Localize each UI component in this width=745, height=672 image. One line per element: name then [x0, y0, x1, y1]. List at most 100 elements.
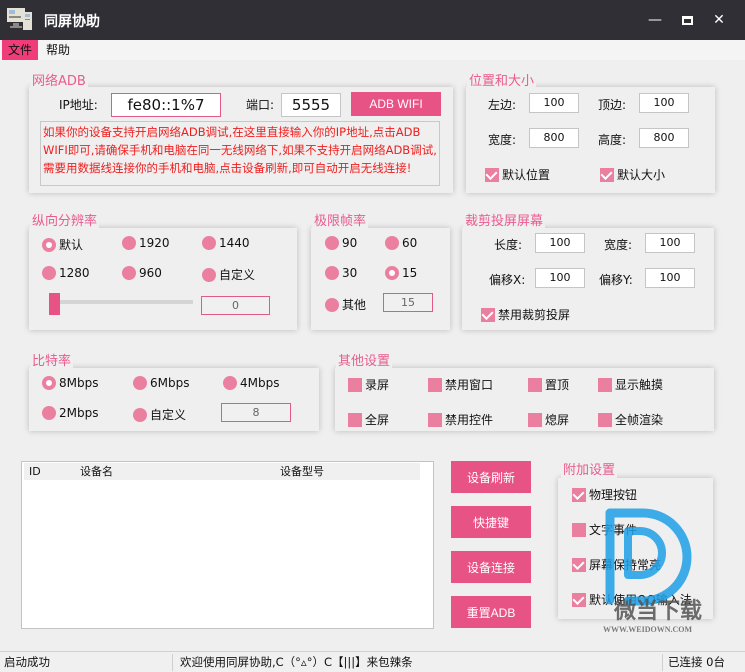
checkbox-icon — [348, 377, 362, 392]
framerate-60-radio[interactable]: 60 — [385, 236, 417, 250]
bitrate-custom-radio[interactable]: 自定义 — [133, 406, 186, 423]
radio-selected-icon — [385, 266, 399, 280]
physical-buttons-checkbox[interactable]: 物理按钮 — [572, 486, 637, 503]
disable-crop-checkbox[interactable]: 禁用裁剪投屏 — [481, 306, 570, 323]
framerate-15-radio[interactable]: 15 — [385, 266, 417, 280]
height-label: 高度: — [598, 133, 627, 147]
framerate-other-radio[interactable]: 其他 — [325, 296, 366, 313]
keep-screen-on-checkbox[interactable]: 屏幕保持常亮 — [572, 556, 661, 573]
radio-icon — [42, 406, 56, 420]
bitrate-6mbps-radio[interactable]: 6Mbps — [133, 376, 189, 390]
record-checkbox[interactable]: 录屏 — [348, 376, 389, 393]
checkbox-icon — [428, 412, 442, 427]
show-touch-checkbox[interactable]: 显示触摸 — [598, 376, 663, 393]
refresh-devices-button[interactable]: 设备刷新 — [451, 461, 531, 493]
width-input[interactable]: 800 — [529, 128, 579, 148]
radio-label: 1440 — [219, 236, 250, 250]
crop-length-input[interactable]: 100 — [535, 233, 585, 253]
radio-label: 960 — [139, 266, 162, 280]
crop-offset-x-input[interactable]: 100 — [535, 268, 585, 288]
checkbox-label: 置顶 — [545, 378, 570, 392]
resolution-default-radio[interactable]: 默认 — [42, 236, 83, 253]
port-input[interactable]: 5555 — [281, 93, 341, 117]
radio-label: 15 — [402, 266, 418, 280]
resolution-960-radio[interactable]: 960 — [122, 266, 162, 280]
reset-adb-button[interactable]: 重置ADB — [451, 596, 531, 628]
qq-ime-checkbox[interactable]: 默认使用QQ输入法 — [572, 591, 692, 608]
radio-icon — [325, 297, 339, 312]
default-size-checkbox[interactable]: 默认大小 — [600, 166, 665, 183]
fullscreen-checkbox[interactable]: 全屏 — [348, 411, 389, 428]
text-event-checkbox[interactable]: 文字事件 — [572, 521, 637, 538]
status-left: 启动成功 — [4, 655, 50, 669]
top-input[interactable]: 100 — [639, 93, 689, 113]
crop-width-input[interactable]: 100 — [645, 233, 695, 253]
device-table-header: ID 设备名 设备型号 — [24, 463, 420, 480]
menu-file[interactable]: 文件 — [2, 40, 38, 60]
title-bar: 同屏协助 — ✕ — [0, 0, 745, 40]
checkbox-label: 禁用控件 — [445, 413, 494, 427]
close-button[interactable]: ✕ — [707, 8, 731, 32]
framerate-90-radio[interactable]: 90 — [325, 236, 357, 250]
framerate-custom-input[interactable]: 15 — [383, 293, 433, 312]
adb-wifi-button[interactable]: ADB WIFI — [351, 92, 441, 116]
resolution-custom-input[interactable]: 0 — [201, 296, 270, 315]
column-device-name[interactable]: 设备名 — [80, 463, 113, 480]
disable-controls-checkbox[interactable]: 禁用控件 — [428, 411, 493, 428]
radio-label: 8Mbps — [59, 376, 99, 390]
device-table[interactable]: ID 设备名 设备型号 — [21, 461, 434, 629]
maximize-button[interactable] — [675, 8, 699, 32]
resolution-slider-thumb[interactable] — [49, 293, 60, 315]
checkbox-label: 全屏 — [365, 413, 390, 427]
screen-off-checkbox[interactable]: 熄屏 — [528, 411, 569, 428]
height-input[interactable]: 800 — [639, 128, 689, 148]
checkbox-label: 文字事件 — [589, 523, 638, 537]
left-input[interactable]: 100 — [529, 93, 579, 113]
crop-offset-y-label: 偏移Y: — [599, 273, 633, 287]
resolution-slider-track[interactable] — [58, 300, 193, 304]
framerate-30-radio[interactable]: 30 — [325, 266, 357, 280]
bitrate-8mbps-radio[interactable]: 8Mbps — [42, 376, 98, 390]
disable-window-checkbox[interactable]: 禁用窗口 — [428, 376, 493, 393]
resolution-custom-radio[interactable]: 自定义 — [202, 266, 255, 283]
radio-icon — [202, 236, 216, 250]
resolution-1440-radio[interactable]: 1440 — [202, 236, 250, 250]
radio-label: 4Mbps — [240, 376, 280, 390]
checkbox-label: 熄屏 — [545, 413, 570, 427]
checkbox-label: 物理按钮 — [589, 488, 638, 502]
checkbox-icon — [528, 377, 542, 392]
default-position-checkbox[interactable]: 默认位置 — [485, 166, 550, 183]
bitrate-2mbps-radio[interactable]: 2Mbps — [42, 406, 98, 420]
crop-length-label: 长度: — [494, 238, 523, 252]
radio-label: 自定义 — [219, 268, 256, 282]
bitrate-custom-input[interactable]: 8 — [221, 403, 291, 422]
column-device-model[interactable]: 设备型号 — [280, 463, 324, 480]
column-id[interactable]: ID — [29, 463, 41, 480]
ip-input[interactable]: fe80::1%7 — [111, 93, 221, 117]
app-icon — [7, 8, 32, 30]
radio-icon — [133, 407, 147, 422]
radio-selected-icon — [42, 376, 56, 390]
top-label: 顶边: — [598, 98, 627, 112]
menu-bar: 文件 帮助 — [0, 40, 745, 60]
status-middle: 欢迎使用同屏协助,C（°▵°）C【|||】来包辣条 — [180, 655, 413, 669]
radio-icon — [202, 267, 216, 282]
menu-help[interactable]: 帮助 — [40, 40, 76, 60]
full-frame-render-checkbox[interactable]: 全帧渲染 — [598, 411, 663, 428]
radio-label: 默认 — [59, 238, 84, 252]
minimize-button[interactable]: — — [643, 8, 667, 32]
checkbox-icon — [428, 377, 442, 392]
resolution-1280-radio[interactable]: 1280 — [42, 266, 90, 280]
network-adb-label: 网络ADB — [30, 74, 88, 90]
radio-icon — [385, 236, 399, 250]
position-size-label: 位置和大小 — [467, 74, 537, 90]
connect-device-button[interactable]: 设备连接 — [451, 551, 531, 583]
bitrate-4mbps-radio[interactable]: 4Mbps — [223, 376, 279, 390]
resolution-1920-radio[interactable]: 1920 — [122, 236, 170, 250]
shortcut-button[interactable]: 快捷键 — [451, 506, 531, 538]
checkbox-icon — [598, 412, 612, 427]
checkbox-label: 屏幕保持常亮 — [589, 558, 662, 572]
crop-offset-y-input[interactable]: 100 — [645, 268, 695, 288]
always-on-top-checkbox[interactable]: 置顶 — [528, 376, 569, 393]
status-separator — [172, 654, 173, 671]
